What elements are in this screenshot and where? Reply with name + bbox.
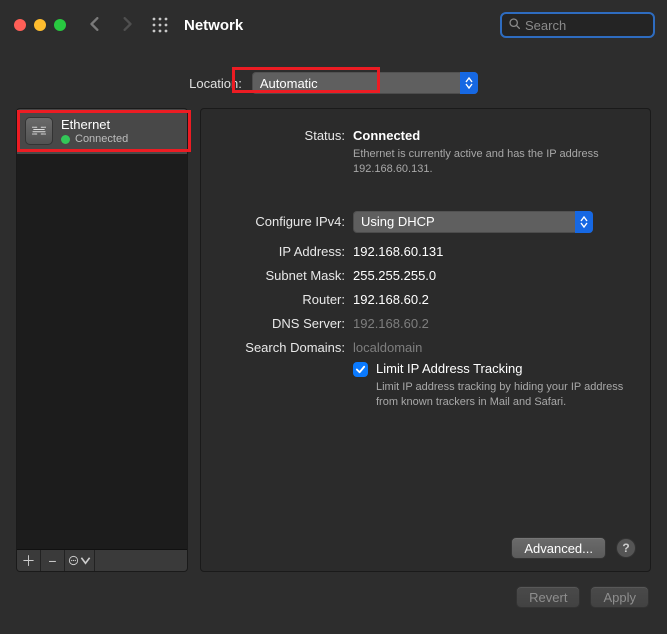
revert-button[interactable]: Revert (516, 586, 580, 608)
configure-ipv4-label: Configure IPv4: (215, 211, 353, 229)
checkbox-checked-icon (353, 362, 368, 377)
limit-ip-tracking-checkbox[interactable]: Limit IP Address Tracking Limit IP addre… (353, 361, 636, 410)
limit-ip-tracking-label: Limit IP Address Tracking (376, 361, 636, 376)
status-value: Connected (353, 128, 636, 143)
router-label: Router: (215, 289, 353, 307)
service-actions-button[interactable] (65, 550, 95, 572)
status-note: Ethernet is currently active and has the… (353, 147, 623, 177)
help-button[interactable]: ? (616, 538, 636, 558)
advanced-button[interactable]: Advanced... (511, 537, 606, 559)
status-dot-icon (61, 135, 70, 144)
network-prefpane-window: Network Location: Automatic (0, 0, 667, 634)
dns-server-value: 192.168.60.2 (353, 313, 636, 331)
minus-icon: − (48, 553, 56, 569)
services-toolbar: ＋ − (17, 549, 187, 571)
plus-icon: ＋ (22, 551, 36, 571)
location-value: Automatic (260, 76, 318, 91)
apply-button-label: Apply (603, 590, 636, 605)
search-field[interactable] (500, 12, 655, 38)
services-list[interactable]: Ethernet Connected (17, 109, 187, 549)
detail-panel: Status: Connected Ethernet is currently … (200, 108, 651, 572)
service-text: Ethernet Connected (61, 117, 128, 146)
window-controls (14, 19, 66, 31)
subnet-mask-label: Subnet Mask: (215, 265, 353, 283)
titlebar: Network (0, 0, 667, 50)
zoom-window-button[interactable] (54, 19, 66, 31)
configure-ipv4-value: Using DHCP (361, 214, 435, 229)
close-window-button[interactable] (14, 19, 26, 31)
limit-ip-tracking-note: Limit IP address tracking by hiding your… (376, 380, 636, 410)
subnet-mask-value: 255.255.255.0 (353, 265, 636, 283)
dns-server-label: DNS Server: (215, 313, 353, 331)
ip-address-label: IP Address: (215, 241, 353, 259)
main-content: Ethernet Connected ＋ − (0, 108, 667, 572)
search-icon (508, 17, 525, 33)
advanced-button-label: Advanced... (524, 541, 593, 556)
search-domains-label: Search Domains: (215, 337, 353, 355)
location-label: Location: (189, 76, 242, 91)
apply-button[interactable]: Apply (590, 586, 649, 608)
back-button[interactable] (88, 17, 102, 34)
window-title: Network (184, 17, 243, 34)
forward-button[interactable] (120, 17, 134, 34)
show-all-prefs-button[interactable] (152, 17, 168, 33)
location-row: Location: Automatic (0, 50, 667, 108)
nav-arrows (88, 17, 134, 34)
add-service-button[interactable]: ＋ (17, 550, 41, 572)
ethernet-icon (25, 117, 53, 145)
revert-button-label: Revert (529, 590, 567, 605)
service-status: Connected (75, 133, 128, 146)
configure-ipv4-popup[interactable]: Using DHCP (353, 211, 593, 233)
chevron-up-down-icon (460, 72, 478, 94)
service-name: Ethernet (61, 117, 128, 133)
chevron-up-down-icon (575, 211, 593, 233)
minimize-window-button[interactable] (34, 19, 46, 31)
services-sidebar: Ethernet Connected ＋ − (16, 108, 188, 572)
chevron-down-icon (80, 553, 91, 569)
service-item-ethernet[interactable]: Ethernet Connected (17, 109, 187, 155)
location-popup[interactable]: Automatic (252, 72, 478, 94)
status-label: Status: (215, 125, 353, 143)
search-domains-value: localdomain (353, 337, 636, 355)
ellipsis-circle-icon (68, 553, 79, 569)
question-icon: ? (622, 541, 629, 555)
search-input[interactable] (525, 18, 667, 33)
remove-service-button[interactable]: − (41, 550, 65, 572)
router-value: 192.168.60.2 (353, 289, 636, 307)
ip-address-value: 192.168.60.131 (353, 241, 636, 259)
dialog-footer: Revert Apply (0, 572, 667, 608)
